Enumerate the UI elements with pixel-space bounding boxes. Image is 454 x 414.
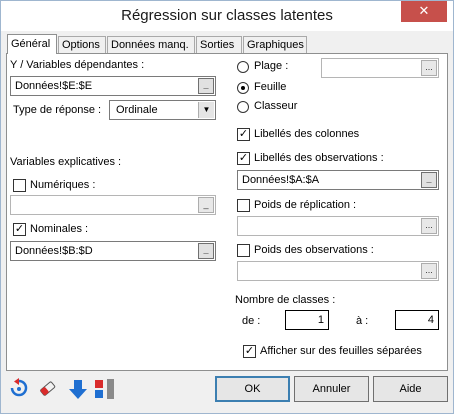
column-labels-label: Libellés des colonnes <box>254 128 360 140</box>
numeric-checkbox[interactable] <box>13 179 26 192</box>
nominal-range-select-button[interactable]: _ <box>198 243 214 259</box>
y-range-select-button[interactable]: _ <box>198 78 214 94</box>
range-radio[interactable] <box>237 61 249 73</box>
observation-weights-checkbox[interactable] <box>237 244 250 257</box>
observation-labels-field[interactable]: Données!$A:$A _ <box>237 170 439 190</box>
separate-sheets-checkbox[interactable]: ✓ <box>243 345 256 358</box>
replication-weights-select-button[interactable]: ... <box>421 218 437 234</box>
nominal-value: Données!$B:$D <box>15 245 93 257</box>
observation-labels-checkbox[interactable]: ✓ <box>237 152 250 165</box>
observation-labels-value: Données!$A:$A <box>242 174 320 186</box>
nominal-label: Nominales : <box>30 223 89 235</box>
eraser-icon <box>40 381 56 396</box>
explanatory-variables-label: Variables explicatives : <box>10 156 122 168</box>
separate-sheets-label: Afficher sur des feuilles séparées <box>260 345 422 357</box>
column-labels-checkbox[interactable]: ✓ <box>237 128 250 141</box>
close-button[interactable]: ✕ <box>401 1 447 22</box>
nominal-checkbox[interactable]: ✓ <box>13 223 26 236</box>
sheet-radio-label: Feuille <box>254 81 287 93</box>
replication-weights-checkbox[interactable] <box>237 199 250 212</box>
reset-icon <box>10 378 28 397</box>
tab-missing-data[interactable]: Données manq. <box>107 36 195 53</box>
classes-to-label: à : <box>356 315 369 327</box>
y-variables-value: Données!$E:$E <box>15 80 93 92</box>
response-type-label: Type de réponse : <box>13 104 102 116</box>
replication-weights-label: Poids de réplication : <box>254 199 357 211</box>
response-type-select[interactable]: Ordinale ▼ <box>109 100 216 120</box>
tab-options[interactable]: Options <box>58 36 106 53</box>
observation-weights-select-button[interactable]: ... <box>421 263 437 279</box>
chevron-down-icon: ▼ <box>198 102 214 118</box>
output-range-select-button[interactable]: ... <box>421 60 437 76</box>
help-button[interactable]: Aide <box>373 376 448 402</box>
observation-weights-label: Poids des observations : <box>254 244 374 256</box>
cancel-button[interactable]: Annuler <box>294 376 369 402</box>
observation-weights-field[interactable]: ... <box>237 261 439 281</box>
replication-weights-field[interactable]: ... <box>237 216 439 236</box>
general-panel: Y / Variables dépendantes : Données!$E:$… <box>6 53 448 371</box>
classes-from-label: de : <box>242 315 261 327</box>
y-variables-label: Y / Variables dépendantes : <box>10 59 145 71</box>
reset-button[interactable] <box>8 377 30 401</box>
observation-labels-label: Libellés des observations : <box>254 152 384 164</box>
workbook-radio[interactable] <box>237 101 249 113</box>
tab-outputs[interactable]: Sorties <box>196 36 242 53</box>
numeric-label: Numériques : <box>30 179 96 191</box>
window-title: Régression sur classes latentes <box>121 7 333 24</box>
classes-from-input[interactable]: 1 <box>285 310 329 330</box>
layout-icon <box>95 379 114 399</box>
title-bar: Régression sur classes latentes ✕ <box>1 1 453 31</box>
sheet-radio[interactable] <box>237 82 249 94</box>
clear-button[interactable] <box>37 377 59 401</box>
output-range-field[interactable]: ... <box>321 58 439 78</box>
workbook-radio-label: Classeur <box>254 100 298 112</box>
observation-labels-select-button[interactable]: _ <box>421 172 437 188</box>
y-variables-field[interactable]: Données!$E:$E _ <box>10 76 216 96</box>
range-radio-label: Plage : <box>254 60 289 72</box>
classes-to-input[interactable]: 4 <box>395 310 439 330</box>
arrow-down-icon <box>69 380 87 399</box>
dialog-window: Régression sur classes latentes ✕ Généra… <box>0 0 454 414</box>
download-button[interactable] <box>67 377 89 401</box>
close-icon: ✕ <box>418 3 430 18</box>
number-of-classes-label: Nombre de classes : <box>235 294 336 306</box>
numeric-field[interactable]: _ <box>10 195 216 215</box>
layout-button[interactable] <box>94 377 116 401</box>
response-type-value: Ordinale <box>116 104 158 116</box>
nominal-field[interactable]: Données!$B:$D _ <box>10 241 216 261</box>
tab-general[interactable]: Général <box>7 34 57 54</box>
numeric-range-select-button[interactable]: _ <box>198 197 214 213</box>
tab-charts[interactable]: Graphiques <box>243 36 307 53</box>
ok-button[interactable]: OK <box>215 376 290 402</box>
